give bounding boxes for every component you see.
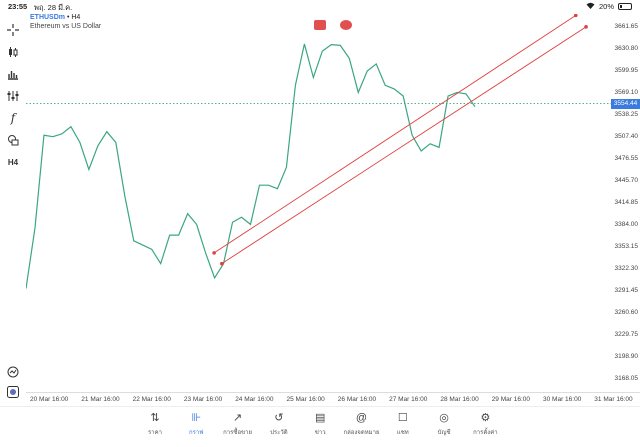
time-axis-label: 29 Mar 16:00 [491, 396, 530, 403]
nav-item-label: แชท [396, 430, 409, 436]
price-level-label: 3229.75 [614, 331, 639, 339]
price-axis[interactable]: 3661.65 3630.80 3599.95 3569.10 3538.25 3507.… [612, 14, 640, 392]
nav-item-label: ประวัติ [270, 430, 288, 436]
chart-toolbar: f H4 [0, 14, 26, 402]
time-axis-label: 23 Mar 16:00 [183, 396, 223, 403]
battery-fill [620, 5, 623, 8]
nav-item-chart[interactable]: ⊪ กราฟ [176, 411, 216, 437]
nav-item-quotes[interactable]: ⇅ ราคา [135, 411, 175, 437]
indicators-icon[interactable] [5, 88, 21, 104]
zoom-icon[interactable] [5, 364, 21, 380]
wifi-icon [586, 2, 595, 11]
status-time: 23:55 [8, 2, 28, 11]
price-level-label: 3445.70 [614, 177, 639, 185]
nav-item-news[interactable]: ▤ ข่าว [300, 411, 340, 437]
account-icon: ◎ [439, 412, 449, 424]
current-price-tag: 3554.44 [611, 98, 640, 109]
price-level-label: 3260.60 [614, 309, 639, 317]
price-level-label: 3353.15 [614, 243, 639, 251]
nav-item-label: การตั้งค่า [473, 430, 498, 436]
time-axis-label: 20 Mar 16:00 [30, 396, 69, 403]
news-icon: ▤ [314, 412, 326, 424]
price-level-label: 3291.45 [614, 287, 639, 295]
status-right: 20% [586, 2, 632, 11]
price-level-label: 3507.40 [614, 133, 639, 141]
settings-icon: ⚙ [480, 412, 491, 424]
function-icon[interactable]: f [5, 110, 21, 126]
price-level-label: 3384.00 [614, 221, 639, 229]
battery-icon [618, 3, 632, 10]
trendline-anchor-handle[interactable] [212, 251, 216, 255]
price-level-label: 3414.85 [614, 199, 639, 207]
timeframe-label[interactable]: H4 [5, 154, 21, 170]
price-level-label: 3630.80 [614, 45, 639, 53]
time-axis-label: 22 Mar 16:00 [132, 396, 171, 403]
quotes-icon: ⇅ [150, 412, 160, 424]
nav-item-label: ราคา [148, 430, 162, 436]
nav-item-label: ข่าว [314, 430, 326, 436]
nav-item-history[interactable]: ↺ ประวัติ [259, 411, 299, 437]
objects-icon[interactable] [5, 132, 21, 148]
price-level-label: 3322.30 [614, 265, 639, 273]
time-axis-label: 21 Mar 16:00 [81, 396, 120, 403]
history-icon: ↺ [274, 412, 284, 424]
price-level-label: 3661.65 [614, 23, 639, 31]
crosshair-icon[interactable] [5, 22, 21, 38]
nav-item-trade[interactable]: ↗ การซื้อขาย [218, 411, 258, 437]
price-chart[interactable] [26, 14, 612, 392]
price-level-label: 3168.05 [614, 375, 639, 383]
trendline-anchor-handle[interactable] [584, 25, 588, 29]
time-axis-label: 27 Mar 16:00 [389, 396, 428, 403]
bottom-navigation: ⇅ ราคา ⊪ กราฟ ↗ การซื้อขาย ↺ ประวัติ ▤ ข่าว @ กล่อง… [0, 406, 640, 447]
price-level-label: 3538.25 [614, 111, 639, 119]
nav-item-mailbox[interactable]: @ กล่องจดหมาย [342, 411, 382, 437]
trade-icon: ↗ [232, 412, 243, 424]
status-date: พฤ. 28 มี.ค. [34, 3, 73, 12]
trendline-anchor-handle[interactable] [220, 261, 224, 266]
nav-item-chat[interactable]: ☐ แชท [383, 411, 423, 437]
time-axis-label: 25 Mar 16:00 [286, 396, 325, 403]
price-level-label: 3198.90 [614, 353, 639, 361]
price-level-label: 3569.10 [614, 89, 639, 97]
nav-item-settings[interactable]: ⚙ การตั้งค่า [465, 411, 505, 437]
nav-item-account[interactable]: ◎ บัญชี [424, 411, 464, 437]
nav-item-label: บัญชี [437, 430, 451, 436]
nav-item-label: การซื้อขาย [223, 430, 253, 436]
broker-logo-icon[interactable] [5, 384, 21, 400]
chart-icon: ⊪ [191, 412, 202, 424]
time-axis-label: 30 Mar 16:00 [543, 396, 582, 403]
nav-item-label: กล่องจดหมาย [343, 430, 380, 436]
time-axis-label: 26 Mar 16:00 [337, 396, 377, 403]
mailbox-icon: @ [355, 412, 368, 424]
trendline[interactable] [213, 15, 577, 254]
nav-item-label: กราฟ [189, 430, 204, 436]
time-axis-label: 28 Mar 16:00 [440, 396, 479, 403]
candles-icon[interactable] [5, 44, 21, 60]
time-axis-label: 24 Mar 16:00 [235, 396, 274, 403]
status-bar: 23:55 พฤ. 28 มี.ค. 20% [0, 0, 640, 14]
trendline[interactable] [221, 26, 587, 264]
bars-icon[interactable] [5, 66, 21, 82]
chat-icon: ☐ [397, 412, 408, 424]
price-level-label: 3476.55 [614, 155, 639, 163]
price-line-series [26, 43, 476, 289]
price-level-label: 3599.95 [614, 67, 639, 75]
time-axis[interactable]: 20 Mar 16:00 21 Mar 16:00 22 Mar 16:00 23 M… [26, 392, 640, 406]
time-axis-label: 31 Mar 16:00 [594, 396, 633, 403]
battery-text: 20% [598, 2, 614, 11]
